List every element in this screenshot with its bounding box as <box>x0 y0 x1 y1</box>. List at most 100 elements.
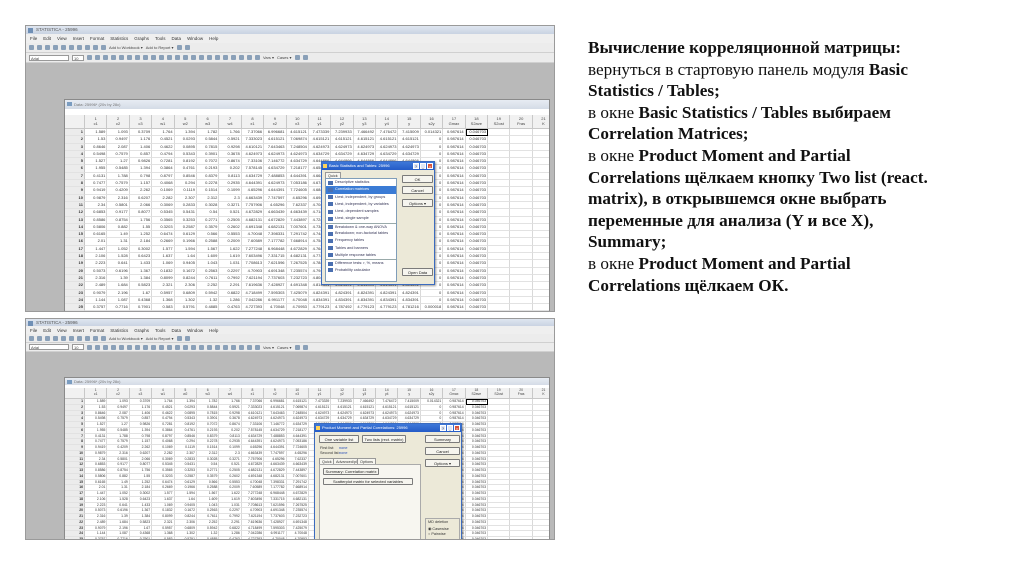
grid-cell[interactable]: 4.727393 <box>242 537 265 539</box>
grid-cell[interactable] <box>532 238 549 246</box>
grid-cell[interactable] <box>532 246 549 254</box>
grid-cell[interactable]: 4.824391 <box>331 289 354 297</box>
grid-cell[interactable]: 7.053186 <box>286 180 309 188</box>
menu-item[interactable]: File <box>30 328 37 333</box>
grid-cell[interactable] <box>488 231 511 239</box>
toolbar-icon[interactable] <box>93 335 98 341</box>
toolbar-icon[interactable] <box>175 55 180 60</box>
toolbar-icon[interactable] <box>69 45 74 50</box>
grid-cell[interactable]: 4.634729 <box>286 158 309 166</box>
grid-cell[interactable]: 7.621194 <box>241 274 265 283</box>
toolbar-icon[interactable] <box>223 55 228 60</box>
grid-cell[interactable]: 2.087 <box>107 143 130 151</box>
grid-cell[interactable]: 0.3002 <box>129 245 153 254</box>
grid-cell[interactable]: 4.824391 <box>353 289 377 297</box>
grid-cell[interactable]: 0.7281 <box>152 158 175 166</box>
grid-cell[interactable]: 0.1099 <box>219 187 242 195</box>
grid-cell[interactable]: 0.046703 <box>465 282 489 290</box>
toolbar-icon[interactable] <box>87 55 92 60</box>
toolbar-icon[interactable] <box>191 55 196 60</box>
font-select[interactable]: Arial <box>29 54 69 61</box>
toolbar-icon[interactable] <box>111 344 116 350</box>
grid-cell[interactable]: 6.968448 <box>264 245 287 254</box>
toolbar-icon[interactable] <box>87 344 92 350</box>
grid-cell[interactable]: 4.787492 <box>331 304 354 311</box>
grid-cell[interactable]: 2.34 <box>85 201 108 210</box>
grid-cell[interactable] <box>488 165 511 173</box>
grid-cell[interactable]: 0.4761 <box>174 165 197 173</box>
grid-cell[interactable]: 4.624973 <box>264 180 287 188</box>
grid-cell[interactable]: 7.425079 <box>286 289 309 297</box>
column-header[interactable]: 9 x2 <box>264 388 287 399</box>
grid-cell[interactable]: 7.595303 <box>264 289 287 297</box>
column-header[interactable]: 8 x1 <box>241 115 265 129</box>
toolbar-icon[interactable] <box>294 55 300 60</box>
grid-cell[interactable]: 0.2009 <box>219 238 242 246</box>
grid-cell[interactable]: 0.5345 <box>152 209 175 217</box>
grid-cell[interactable]: 7.619636 <box>241 282 265 290</box>
grid-cell[interactable]: 0.3253 <box>174 216 197 224</box>
grid-cell[interactable]: 2.3 <box>219 194 242 202</box>
grid-cell[interactable]: 0.046703 <box>465 296 489 305</box>
menu-item[interactable]: Insert <box>73 36 84 41</box>
grid-cell[interactable]: 0.5921 <box>219 136 242 144</box>
toolbar-icon[interactable] <box>215 55 220 60</box>
grid-cell[interactable]: 7.428927 <box>264 282 287 290</box>
grid-cell[interactable]: 0.9079 <box>85 289 108 297</box>
grid-cell[interactable]: 4.644391 <box>264 187 287 195</box>
toolbar-icon[interactable] <box>77 45 82 50</box>
grid-cell[interactable] <box>532 195 549 202</box>
toolbar-icon[interactable] <box>302 344 308 350</box>
grid-cell[interactable]: 0.566 <box>196 231 220 239</box>
toolbar-icon[interactable] <box>247 55 252 60</box>
add-to-workbook-button[interactable]: Add to Workbook ▾ <box>109 336 143 341</box>
grid-cell[interactable]: 0.2588 <box>196 238 220 246</box>
grid-cell[interactable]: 7.488853 <box>264 172 287 181</box>
menu-item[interactable]: File <box>30 36 37 41</box>
grid-cell[interactable]: 1.394 <box>174 129 197 137</box>
scatterplot-matrix-button[interactable]: Scatterplot matrix for selected variable… <box>323 478 413 485</box>
grid-cell[interactable] <box>488 201 511 210</box>
row-header[interactable]: 23 <box>65 289 85 297</box>
row-header[interactable]: 1 <box>65 129 85 137</box>
grid-cell[interactable] <box>532 136 549 144</box>
grid-cell[interactable]: 0.3271 <box>219 201 242 210</box>
toolbar-icon[interactable] <box>247 344 252 350</box>
grid-cell[interactable]: 4.634729 <box>353 150 377 159</box>
grid-cell[interactable]: 0.7901 <box>129 304 153 311</box>
toolbar-icon[interactable] <box>93 45 98 50</box>
grid-cell[interactable]: 0.046703 <box>465 274 489 283</box>
grid-cell[interactable]: 2.066 <box>129 201 153 210</box>
grid-cell[interactable]: 0.046703 <box>465 201 489 210</box>
toolbar-icon[interactable] <box>255 344 260 350</box>
grid-cell[interactable]: 0.8546 <box>174 172 197 181</box>
toolbar-icon[interactable] <box>183 55 188 60</box>
menu-item[interactable]: Data <box>172 36 182 41</box>
grid-cell[interactable]: 0.3203 <box>152 223 175 232</box>
grid-cell[interactable]: 7.473339 <box>308 129 332 137</box>
summary-button[interactable]: Summary <box>425 435 460 443</box>
analysis-list-item[interactable]: t-test, dependent samples <box>326 208 396 215</box>
toolbar-icon[interactable] <box>151 55 156 60</box>
grid-cell[interactable]: 7.218177 <box>286 165 309 173</box>
grid-cell[interactable] <box>532 260 549 268</box>
grid-cell[interactable]: 2.321 <box>152 282 175 290</box>
grid-cell[interactable]: 0.798 <box>129 172 153 181</box>
grid-cell[interactable] <box>510 194 533 202</box>
toolbar-icon[interactable] <box>231 344 236 350</box>
grid-cell[interactable]: 0.046703 <box>465 136 489 144</box>
grid-cell[interactable]: 0.6207 <box>129 194 153 202</box>
grid-cell[interactable] <box>510 231 533 239</box>
grid-cell[interactable]: 7.331715 <box>264 253 287 261</box>
grid-cell[interactable]: 0.5957 <box>152 289 175 297</box>
grid-cell[interactable]: 0.1514 <box>196 187 220 195</box>
row-header[interactable]: 8 <box>65 180 85 188</box>
grid-cell[interactable]: 1.594 <box>174 245 197 254</box>
grid-cell[interactable]: 0.987614 <box>443 201 466 210</box>
toolbar-icon[interactable] <box>143 344 148 350</box>
grid-cell[interactable]: 0.987614 <box>443 238 466 246</box>
menu-item[interactable]: Edit <box>43 328 51 333</box>
menu-item[interactable]: Window <box>187 328 203 333</box>
grid-cell[interactable]: 0.8077 <box>129 209 153 217</box>
grid-cell[interactable]: 7.621596 <box>264 260 287 268</box>
